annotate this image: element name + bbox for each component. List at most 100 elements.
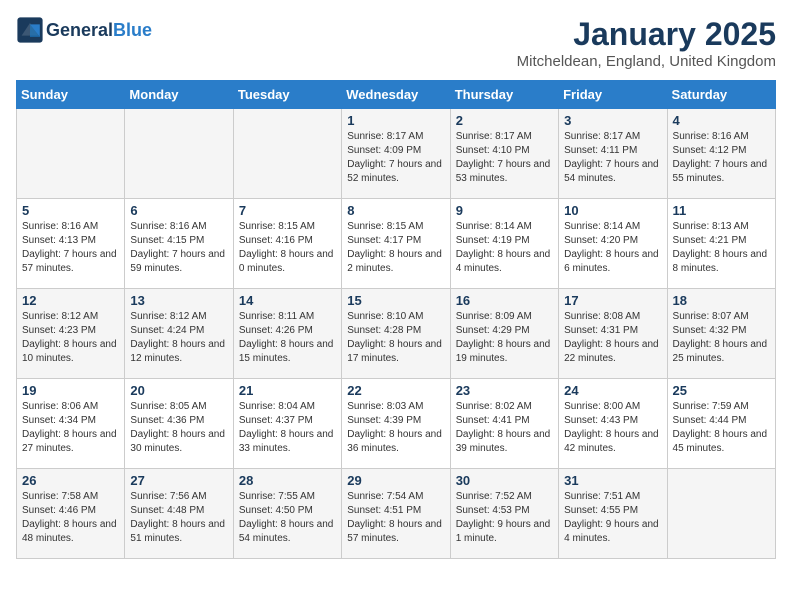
calendar-cell: 24 Sunrise: 8:00 AM Sunset: 4:43 PM Dayli…: [559, 379, 667, 469]
cell-content: Sunrise: 8:16 AM Sunset: 4:12 PM Dayligh…: [673, 130, 770, 186]
day-number: 12: [22, 293, 119, 308]
calendar-cell: 11Sunrise: 8:13 AM Sunset: 4:21 PM Dayli…: [667, 199, 775, 289]
calendar-cell: 29Sunrise: 7:54 AM Sunset: 4:51 PM Dayli…: [342, 469, 450, 559]
day-number: 11: [673, 203, 770, 218]
calendar-cell: 14 Sunrise: 8:11 AM Sunset: 4:26 PM Dayli…: [233, 289, 341, 379]
page-header: GeneralBlue January 2025 Mitcheldean, En…: [16, 16, 776, 70]
day-number: 6: [130, 203, 227, 218]
day-number: 1: [347, 113, 444, 128]
day-number: 30: [456, 473, 553, 488]
cell-content: Sunrise: 7:54 AM Sunset: 4:51 PM Dayligh…: [347, 490, 444, 546]
calendar-cell: 5 Sunrise: 8:16 AM Sunset: 4:13 PM Daylig…: [17, 199, 125, 289]
day-number: 26: [22, 473, 119, 488]
day-number: 21: [239, 383, 336, 398]
header-day-tuesday: Tuesday: [233, 81, 341, 109]
calendar-cell: 25 Sunrise: 7:59 AM Sunset: 4:44 PM Dayli…: [667, 379, 775, 469]
calendar-cell: 1 Sunrise: 8:17 AM Sunset: 4:09 PM Daylig…: [342, 109, 450, 199]
cell-content: Sunrise: 8:05 AM Sunset: 4:36 PM Dayligh…: [130, 400, 227, 456]
cell-content: Sunrise: 7:51 AM Sunset: 4:55 PM Dayligh…: [564, 490, 661, 546]
day-number: 23: [456, 383, 553, 398]
cell-content: Sunrise: 7:56 AM Sunset: 4:48 PM Dayligh…: [130, 490, 227, 546]
day-number: 15: [347, 293, 444, 308]
day-number: 5: [22, 203, 119, 218]
cell-content: Sunrise: 7:55 AM Sunset: 4:50 PM Dayligh…: [239, 490, 336, 546]
cell-content: Sunrise: 8:10 AM Sunset: 4:28 PM Dayligh…: [347, 310, 444, 366]
day-number: 9: [456, 203, 553, 218]
cell-content: Sunrise: 8:04 AM Sunset: 4:37 PM Dayligh…: [239, 400, 336, 456]
calendar-week-3: 12 Sunrise: 8:12 AM Sunset: 4:23 PM Dayli…: [17, 289, 776, 379]
day-number: 24: [564, 383, 661, 398]
header-day-friday: Friday: [559, 81, 667, 109]
day-number: 25: [673, 383, 770, 398]
cell-content: Sunrise: 7:59 AM Sunset: 4:44 PM Dayligh…: [673, 400, 770, 456]
calendar-cell: [17, 109, 125, 199]
calendar-cell: 15 Sunrise: 8:10 AM Sunset: 4:28 PM Dayli…: [342, 289, 450, 379]
day-number: 20: [130, 383, 227, 398]
cell-content: Sunrise: 8:12 AM Sunset: 4:24 PM Dayligh…: [130, 310, 227, 366]
day-number: 22: [347, 383, 444, 398]
cell-content: Sunrise: 8:14 AM Sunset: 4:20 PM Dayligh…: [564, 220, 661, 276]
calendar-cell: 18Sunrise: 8:07 AM Sunset: 4:32 PM Dayli…: [667, 289, 775, 379]
calendar-week-2: 5 Sunrise: 8:16 AM Sunset: 4:13 PM Daylig…: [17, 199, 776, 289]
cell-content: Sunrise: 8:17 AM Sunset: 4:11 PM Dayligh…: [564, 130, 661, 186]
header-day-wednesday: Wednesday: [342, 81, 450, 109]
day-number: 17: [564, 293, 661, 308]
calendar-cell: 9 Sunrise: 8:14 AM Sunset: 4:19 PM Daylig…: [450, 199, 558, 289]
day-number: 3: [564, 113, 661, 128]
cell-content: Sunrise: 8:17 AM Sunset: 4:09 PM Dayligh…: [347, 130, 444, 186]
logo: GeneralBlue: [16, 16, 152, 44]
header-day-thursday: Thursday: [450, 81, 558, 109]
cell-content: Sunrise: 8:11 AM Sunset: 4:26 PM Dayligh…: [239, 310, 336, 366]
day-number: 28: [239, 473, 336, 488]
calendar-cell: 12 Sunrise: 8:12 AM Sunset: 4:23 PM Dayli…: [17, 289, 125, 379]
calendar-cell: 31Sunrise: 7:51 AM Sunset: 4:55 PM Dayli…: [559, 469, 667, 559]
cell-content: Sunrise: 8:02 AM Sunset: 4:41 PM Dayligh…: [456, 400, 553, 456]
cell-content: Sunrise: 8:14 AM Sunset: 4:19 PM Dayligh…: [456, 220, 553, 276]
calendar-week-4: 19Sunrise: 8:06 AM Sunset: 4:34 PM Dayli…: [17, 379, 776, 469]
cell-content: Sunrise: 8:08 AM Sunset: 4:31 PM Dayligh…: [564, 310, 661, 366]
calendar-cell: 6Sunrise: 8:16 AM Sunset: 4:15 PM Daylig…: [125, 199, 233, 289]
calendar-cell: [233, 109, 341, 199]
header-day-saturday: Saturday: [667, 81, 775, 109]
calendar-cell: 7 Sunrise: 8:15 AM Sunset: 4:16 PM Daylig…: [233, 199, 341, 289]
day-number: 4: [673, 113, 770, 128]
cell-content: Sunrise: 7:58 AM Sunset: 4:46 PM Dayligh…: [22, 490, 119, 546]
day-number: 10: [564, 203, 661, 218]
calendar-week-1: 1 Sunrise: 8:17 AM Sunset: 4:09 PM Daylig…: [17, 109, 776, 199]
cell-content: Sunrise: 8:16 AM Sunset: 4:13 PM Dayligh…: [22, 220, 119, 276]
calendar-cell: [125, 109, 233, 199]
logo-text: GeneralBlue: [46, 20, 152, 41]
calendar-week-5: 26 Sunrise: 7:58 AM Sunset: 4:46 PM Dayli…: [17, 469, 776, 559]
cell-content: Sunrise: 8:15 AM Sunset: 4:17 PM Dayligh…: [347, 220, 444, 276]
calendar-cell: 20 Sunrise: 8:05 AM Sunset: 4:36 PM Dayli…: [125, 379, 233, 469]
calendar-cell: 26 Sunrise: 7:58 AM Sunset: 4:46 PM Dayli…: [17, 469, 125, 559]
cell-content: Sunrise: 8:12 AM Sunset: 4:23 PM Dayligh…: [22, 310, 119, 366]
header-day-sunday: Sunday: [17, 81, 125, 109]
calendar-table: SundayMondayTuesdayWednesdayThursdayFrid…: [16, 80, 776, 559]
cell-content: Sunrise: 8:15 AM Sunset: 4:16 PM Dayligh…: [239, 220, 336, 276]
day-number: 2: [456, 113, 553, 128]
calendar-cell: 21 Sunrise: 8:04 AM Sunset: 4:37 PM Dayli…: [233, 379, 341, 469]
cell-content: Sunrise: 8:09 AM Sunset: 4:29 PM Dayligh…: [456, 310, 553, 366]
header-row: SundayMondayTuesdayWednesdayThursdayFrid…: [17, 81, 776, 109]
calendar-cell: 10 Sunrise: 8:14 AM Sunset: 4:20 PM Dayli…: [559, 199, 667, 289]
calendar-cell: 30 Sunrise: 7:52 AM Sunset: 4:53 PM Dayli…: [450, 469, 558, 559]
cell-content: Sunrise: 7:52 AM Sunset: 4:53 PM Dayligh…: [456, 490, 553, 546]
day-number: 14: [239, 293, 336, 308]
logo-icon: [16, 16, 44, 44]
cell-content: Sunrise: 8:07 AM Sunset: 4:32 PM Dayligh…: [673, 310, 770, 366]
cell-content: Sunrise: 8:06 AM Sunset: 4:34 PM Dayligh…: [22, 400, 119, 456]
calendar-cell: 16 Sunrise: 8:09 AM Sunset: 4:29 PM Dayli…: [450, 289, 558, 379]
day-number: 16: [456, 293, 553, 308]
calendar-cell: 13Sunrise: 8:12 AM Sunset: 4:24 PM Dayli…: [125, 289, 233, 379]
calendar-cell: 27 Sunrise: 7:56 AM Sunset: 4:48 PM Dayli…: [125, 469, 233, 559]
title-block: January 2025 Mitcheldean, England, Unite…: [517, 16, 776, 70]
calendar-cell: 28 Sunrise: 7:55 AM Sunset: 4:50 PM Dayli…: [233, 469, 341, 559]
calendar-cell: 8Sunrise: 8:15 AM Sunset: 4:17 PM Daylig…: [342, 199, 450, 289]
day-number: 7: [239, 203, 336, 218]
cell-content: Sunrise: 8:17 AM Sunset: 4:10 PM Dayligh…: [456, 130, 553, 186]
calendar-cell: 19Sunrise: 8:06 AM Sunset: 4:34 PM Dayli…: [17, 379, 125, 469]
day-number: 27: [130, 473, 227, 488]
cell-content: Sunrise: 8:00 AM Sunset: 4:43 PM Dayligh…: [564, 400, 661, 456]
calendar-cell: 22Sunrise: 8:03 AM Sunset: 4:39 PM Dayli…: [342, 379, 450, 469]
